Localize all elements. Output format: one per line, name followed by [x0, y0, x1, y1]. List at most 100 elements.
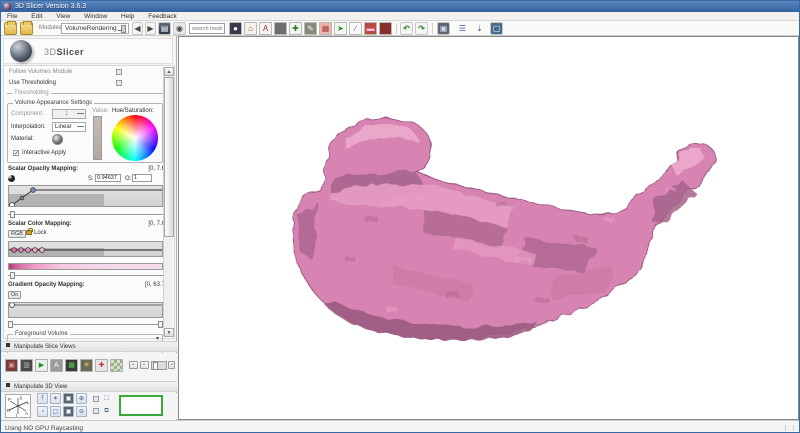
fiducials-module-icon[interactable]: ✚	[289, 22, 302, 35]
zoom-fit-icon[interactable]	[8, 175, 15, 182]
slice-views-section-header[interactable]: Manipulate Slice Views	[1, 341, 177, 352]
module-search-input[interactable]	[189, 23, 225, 34]
component-select[interactable]: 1	[52, 109, 86, 119]
mouse-mode-icon[interactable]: ☰	[456, 22, 469, 35]
menu-file[interactable]: File	[1, 12, 23, 21]
volumes-module-icon[interactable]	[274, 22, 287, 35]
layouts-module-icon[interactable]: ▬	[364, 22, 377, 35]
title-bar[interactable]: 3D Slicer Version 3.6.3	[1, 1, 799, 12]
load-scene-icon[interactable]	[4, 21, 17, 35]
menu-edit[interactable]: Edit	[25, 12, 48, 21]
place-fiducial-icon[interactable]: ⇣	[473, 22, 486, 35]
zoom-out-icon[interactable]: ⊖	[76, 406, 87, 417]
transforms-module-icon[interactable]: ➤	[334, 22, 347, 35]
orientation-axes-widget[interactable]: P S L A I R	[5, 394, 31, 418]
import-scene-icon[interactable]	[20, 21, 33, 35]
scalar-color-slider[interactable]	[8, 272, 163, 279]
box-visibility-icon[interactable]: ▢	[50, 406, 61, 417]
interactive-apply-label: Interactive Apply	[22, 150, 67, 156]
foreground-volume-title[interactable]: Foreground Volume	[13, 331, 70, 337]
slice-fade-end-button[interactable]: ▫	[168, 361, 175, 369]
slice-link-icon[interactable]: ▶	[35, 359, 48, 372]
axis-i-label: I	[16, 413, 17, 417]
slice-star-icon[interactable]: ✳	[80, 359, 93, 372]
slice-label-icon[interactable]: A	[50, 359, 63, 372]
home-module-icon[interactable]: ⌂	[244, 22, 257, 35]
slice-crosshair-icon[interactable]: ✚	[95, 359, 108, 372]
save-scene-icon[interactable]: ▣	[437, 22, 450, 35]
slice-fade-slider[interactable]	[151, 361, 167, 370]
module-selector[interactable]: VolumeRendering	[61, 23, 129, 34]
o-value-field[interactable]	[132, 174, 152, 182]
undo-icon[interactable]: ↶	[400, 22, 413, 35]
module-forward-button[interactable]: ▶	[145, 22, 156, 35]
follow-volumes-checkbox[interactable]	[116, 69, 122, 75]
scroll-thumb[interactable]	[164, 77, 174, 237]
gradient-opacity-editor[interactable]	[8, 302, 163, 318]
slider-handle[interactable]	[10, 211, 15, 218]
settings-scrollbar[interactable]: ▲ ▼	[163, 67, 174, 337]
value-bar[interactable]	[93, 116, 102, 160]
slice-checker-icon[interactable]	[110, 359, 123, 372]
window-resize-grip[interactable]: ⋮⋮	[782, 424, 798, 432]
orthographic-checkbox[interactable]	[93, 396, 99, 402]
annotations-module-icon[interactable]: ∕	[349, 22, 362, 35]
rgb-button[interactable]: RGB	[8, 230, 26, 238]
slice-opacity-button-a[interactable]: ▫	[129, 361, 138, 369]
module-selector-value: VolumeRendering	[65, 25, 117, 32]
thresholding-group-title[interactable]: Thresholding	[12, 90, 51, 96]
gradient-opacity-slider[interactable]	[8, 321, 163, 328]
slice-opacity-button-b[interactable]: ▫	[140, 361, 149, 369]
scalar-opacity-editor[interactable]	[8, 185, 163, 207]
hue-saturation-wheel[interactable]	[112, 115, 158, 161]
camera-icon[interactable]: ▣	[63, 393, 74, 404]
measurements-module-icon[interactable]: A	[259, 22, 272, 35]
use-thresholding-label: Use Thresholding	[9, 80, 56, 86]
editor-module-icon[interactable]: ✎	[304, 22, 317, 35]
scroll-up-icon[interactable]: ▲	[164, 67, 174, 76]
menu-view[interactable]: View	[50, 12, 76, 21]
s-value-field[interactable]	[95, 174, 121, 182]
pitch-up-icon[interactable]: ⤒	[37, 393, 48, 404]
appearance-group-title[interactable]: Volume Appearance Settings	[13, 100, 95, 106]
component-value: 1	[65, 111, 69, 117]
toolbar-separator	[432, 23, 433, 34]
scalar-opacity-slider[interactable]	[8, 211, 163, 218]
module-back-button[interactable]: ◀	[132, 22, 143, 35]
camera-reset-icon[interactable]: ▣	[63, 406, 74, 417]
scalar-color-editor[interactable]	[8, 241, 163, 257]
slider-handle[interactable]	[10, 272, 15, 279]
menu-window[interactable]: Window	[78, 12, 113, 21]
slice-fit-icon[interactable]: ▥	[20, 359, 33, 372]
slicer-logo-icon	[10, 40, 32, 62]
spin-icon[interactable]: ✶	[50, 393, 61, 404]
zoom-in-icon[interactable]: ⊕	[76, 393, 87, 404]
view-background-swatch[interactable]	[119, 395, 163, 416]
slider-handle-low[interactable]	[8, 321, 13, 328]
interpolation-select[interactable]: Linear	[52, 122, 86, 132]
find-module-icon[interactable]: ●	[229, 22, 242, 35]
redo-icon[interactable]: ↷	[415, 22, 428, 35]
stereo-checkbox[interactable]	[93, 408, 99, 414]
gradient-on-button[interactable]: On	[8, 291, 22, 299]
interactive-apply-checkbox[interactable]	[13, 150, 19, 157]
scroll-down-icon[interactable]: ▼	[164, 328, 174, 337]
view-3d-section-header[interactable]: Manipulate 3D View	[1, 381, 177, 392]
data-module-icon[interactable]	[379, 22, 392, 35]
layout-select-icon[interactable]: ▤	[158, 22, 171, 35]
screen-mode-icon[interactable]: ◉	[173, 22, 186, 35]
color-gradient-bar[interactable]	[8, 263, 163, 270]
threed-viewport[interactable]	[178, 36, 799, 420]
slice-visibility-icon[interactable]: ▣	[5, 359, 18, 372]
slice-layout-icon[interactable]: ▦	[65, 359, 78, 372]
slice-fade-handle[interactable]	[153, 362, 158, 370]
use-thresholding-checkbox[interactable]	[116, 80, 122, 86]
slider-groove	[8, 324, 163, 325]
rock-icon[interactable]: ◔	[37, 406, 48, 417]
material-sphere-icon[interactable]	[52, 134, 63, 145]
lock-row[interactable]: Lock	[26, 228, 47, 236]
colors-module-icon[interactable]: ▦	[319, 22, 332, 35]
menu-feedback[interactable]: Feedback	[142, 12, 183, 21]
screenshot-capture-icon[interactable]: ▢	[490, 22, 503, 35]
menu-help[interactable]: Help	[115, 12, 140, 21]
